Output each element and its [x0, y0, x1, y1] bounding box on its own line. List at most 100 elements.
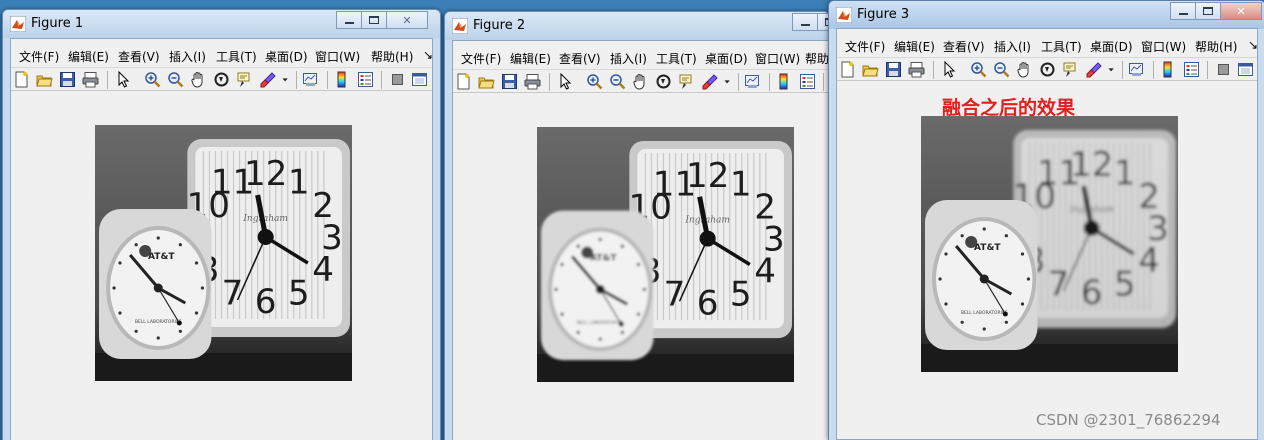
data-cursor-icon[interactable] — [1062, 61, 1079, 78]
zoom-out-icon[interactable] — [609, 73, 626, 90]
pointer-icon[interactable] — [115, 71, 132, 88]
brush-dropdown-icon[interactable] — [723, 73, 732, 90]
colorbar-icon[interactable] — [1160, 61, 1177, 78]
toolbar-separator — [1122, 61, 1123, 79]
hide-plot-tools-icon[interactable] — [1215, 61, 1232, 78]
legend-icon[interactable] — [1183, 61, 1200, 78]
menu-edit[interactable]: 编辑(E) — [894, 38, 935, 55]
show-plot-tools-icon[interactable] — [1237, 61, 1254, 78]
figure-window[interactable]: Figure 2 文件(F) 编辑(E) 查看(V) 插入(I) 工具(T) 桌… — [444, 11, 830, 440]
figure-window[interactable]: Figure 1 ✕ 文件(F) 编辑(E) 查看(V) 插入(I) 工具(T)… — [2, 9, 441, 440]
minimize-button[interactable] — [792, 13, 818, 31]
link-plot-icon[interactable] — [1128, 61, 1145, 78]
title-bar[interactable]: Figure 3 ✕ — [829, 1, 1264, 29]
link-plot-icon[interactable] — [302, 71, 319, 88]
toolbar-separator — [549, 73, 550, 91]
menu-help[interactable]: 帮助(H) — [371, 48, 413, 65]
rotate-3d-icon[interactable] — [1039, 61, 1056, 78]
maximize-icon — [1203, 7, 1213, 15]
brush-dropdown-icon[interactable] — [281, 71, 290, 88]
figure-toolbar — [453, 69, 828, 93]
menu-view[interactable]: 查看(V) — [559, 50, 601, 67]
colorbar-icon[interactable] — [776, 73, 793, 90]
menu-overflow-arrow[interactable]: ↘ — [423, 48, 432, 62]
maximize-button[interactable] — [361, 11, 387, 29]
menu-window[interactable]: 窗口(W) — [755, 50, 800, 67]
svg-text:5: 5 — [288, 273, 310, 313]
show-plot-tools-icon[interactable] — [411, 71, 428, 88]
minimize-button[interactable] — [336, 11, 362, 29]
close-button[interactable]: ✕ — [1220, 2, 1262, 20]
rotate-3d-icon[interactable] — [655, 73, 672, 90]
pointer-icon[interactable] — [557, 73, 574, 90]
menu-view[interactable]: 查看(V) — [943, 38, 985, 55]
menu-tools[interactable]: 工具(T) — [656, 50, 697, 67]
maximize-button[interactable] — [1195, 2, 1221, 20]
brush-dropdown-icon[interactable] — [1107, 61, 1116, 78]
menu-desktop[interactable]: 桌面(D) — [265, 48, 308, 65]
open-folder-icon[interactable] — [862, 61, 879, 78]
minimize-button[interactable] — [1170, 2, 1196, 20]
menu-tools[interactable]: 工具(T) — [216, 48, 257, 65]
print-icon[interactable] — [908, 61, 925, 78]
close-button[interactable]: ✕ — [386, 11, 428, 29]
rotate-3d-icon[interactable] — [213, 71, 230, 88]
brush-icon[interactable] — [1086, 61, 1103, 78]
pointer-icon[interactable] — [941, 61, 958, 78]
legend-icon[interactable] — [799, 73, 816, 90]
new-file-icon[interactable] — [839, 61, 856, 78]
svg-text:11: 11 — [1037, 154, 1080, 194]
menu-insert[interactable]: 插入(I) — [169, 48, 206, 65]
menu-help[interactable]: 帮助 — [805, 50, 828, 67]
menu-window[interactable]: 窗口(W) — [315, 48, 360, 65]
save-icon[interactable] — [501, 73, 518, 90]
open-folder-icon[interactable] — [36, 71, 53, 88]
zoom-in-icon[interactable] — [586, 73, 603, 90]
pan-hand-icon[interactable] — [1016, 61, 1033, 78]
link-plot-icon[interactable] — [744, 73, 761, 90]
menu-insert[interactable]: 插入(I) — [610, 50, 647, 67]
data-cursor-icon[interactable] — [678, 73, 695, 90]
toolbar-separator — [933, 61, 934, 79]
menu-file[interactable]: 文件(F) — [461, 50, 501, 67]
title-bar[interactable]: Figure 2 — [445, 12, 829, 40]
menu-help[interactable]: 帮助(H) — [1195, 38, 1237, 55]
menu-edit[interactable]: 编辑(E) — [68, 48, 109, 65]
menu-file[interactable]: 文件(F) — [845, 38, 885, 55]
figure-window[interactable]: Figure 3 ✕ 文件(F) 编辑(E) 查看(V) 插入(I) 工具(T)… — [828, 0, 1264, 440]
save-icon[interactable] — [59, 71, 76, 88]
source-image-1: 121234567891011 Ingraham AT&T BELL LABOR… — [95, 125, 352, 381]
zoom-out-icon[interactable] — [993, 61, 1010, 78]
zoom-out-icon[interactable] — [167, 71, 184, 88]
menu-tools[interactable]: 工具(T) — [1041, 38, 1082, 55]
figure-client-area: 文件(F) 编辑(E) 查看(V) 插入(I) 工具(T) 桌面(D) 窗口(W… — [10, 38, 433, 440]
pan-hand-icon[interactable] — [632, 73, 649, 90]
zoom-in-icon[interactable] — [144, 71, 161, 88]
hide-plot-tools-icon[interactable] — [389, 71, 406, 88]
menu-overflow-arrow[interactable]: ↘ — [1248, 38, 1257, 52]
print-icon[interactable] — [82, 71, 99, 88]
legend-icon[interactable] — [357, 71, 374, 88]
data-cursor-icon[interactable] — [236, 71, 253, 88]
matlab-logo-icon — [452, 18, 468, 34]
menu-edit[interactable]: 编辑(E) — [510, 50, 551, 67]
menu-view[interactable]: 查看(V) — [118, 48, 160, 65]
pan-hand-icon[interactable] — [190, 71, 207, 88]
brush-icon[interactable] — [702, 73, 719, 90]
svg-text:6: 6 — [255, 282, 277, 322]
new-file-icon[interactable] — [455, 73, 472, 90]
zoom-in-icon[interactable] — [970, 61, 987, 78]
open-folder-icon[interactable] — [478, 73, 495, 90]
menu-desktop[interactable]: 桌面(D) — [705, 50, 748, 67]
print-icon[interactable] — [524, 73, 541, 90]
save-icon[interactable] — [885, 61, 902, 78]
menu-file[interactable]: 文件(F) — [19, 48, 59, 65]
brush-icon[interactable] — [260, 71, 277, 88]
menu-insert[interactable]: 插入(I) — [994, 38, 1031, 55]
menu-window[interactable]: 窗口(W) — [1141, 38, 1186, 55]
colorbar-icon[interactable] — [334, 71, 351, 88]
new-file-icon[interactable] — [13, 71, 30, 88]
title-bar[interactable]: Figure 1 ✕ — [3, 10, 440, 38]
fused-image: 121234567891011 Ingraham AT&T BELL LABOR… — [921, 116, 1178, 372]
menu-desktop[interactable]: 桌面(D) — [1090, 38, 1133, 55]
